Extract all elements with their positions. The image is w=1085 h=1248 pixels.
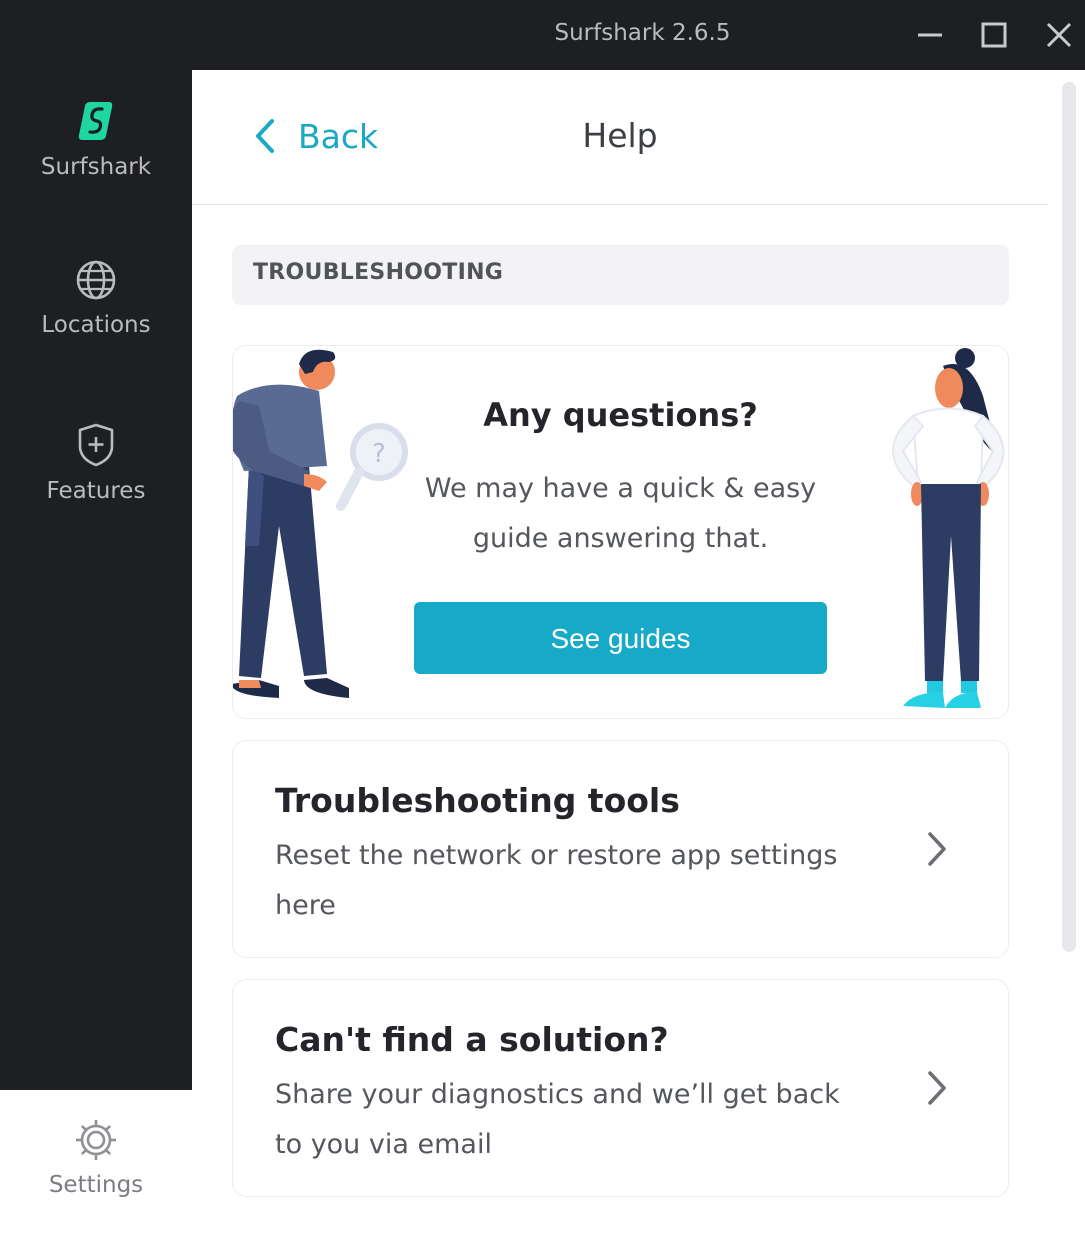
gear-icon [76,1120,116,1160]
section-header: TROUBLESHOOTING [232,245,1009,305]
sidebar-item-settings[interactable]: Settings [0,1118,192,1198]
promo-description: We may have a quick & easy guide answeri… [424,473,817,554]
surfshark-logo-icon [78,102,113,140]
help-promo-card: ? Any questions? We may have a quick & e… [232,345,1009,719]
close-icon [1046,22,1072,48]
card-description: Share your diagnostics and we’ll get bac… [275,1079,840,1160]
main-content: Back Help TROUBLESHOOTING ? Any question… [192,70,1085,1248]
card-title: Can't find a solution? [275,1020,669,1059]
chevron-right-icon [928,1071,946,1105]
sidebar-item-features[interactable]: Features [0,422,192,504]
page-header: Back Help [192,70,1048,205]
woman-standing-illustration [892,348,1005,708]
scrollbar[interactable] [1062,82,1076,952]
globe-icon [76,260,116,300]
sidebar-item-surfshark[interactable]: Surfshark [0,98,192,180]
minimize-button[interactable] [912,17,948,53]
troubleshooting-tools-card[interactable]: Troubleshooting tools Reset the network … [232,740,1009,958]
svg-text:?: ? [372,439,386,469]
settings-section: Settings [0,1090,192,1248]
maximize-icon [981,22,1007,48]
card-description: Reset the network or restore app setting… [275,840,838,921]
cant-find-solution-card[interactable]: Can't find a solution? Share your diagno… [232,979,1009,1197]
sidebar-item-label: Features [46,478,146,504]
shield-plus-icon [78,423,114,467]
sidebar-item-locations[interactable]: Locations [0,258,192,338]
sidebar-item-label: Locations [41,312,151,338]
maximize-button[interactable] [976,17,1012,53]
settings-label: Settings [48,1172,144,1198]
see-guides-button[interactable]: See guides [414,602,827,674]
minimize-icon [918,33,942,37]
title-bar: Surfshark 2.6.5 [0,0,1085,70]
sidebar-item-label: Surfshark [40,154,152,180]
chevron-right-icon [928,832,946,866]
close-button[interactable] [1041,17,1077,53]
sidebar: Surfshark Locations Features [0,70,192,1090]
page-title: Help [582,116,658,155]
section-title: TROUBLESHOOTING [253,260,504,285]
card-title: Troubleshooting tools [275,781,680,820]
